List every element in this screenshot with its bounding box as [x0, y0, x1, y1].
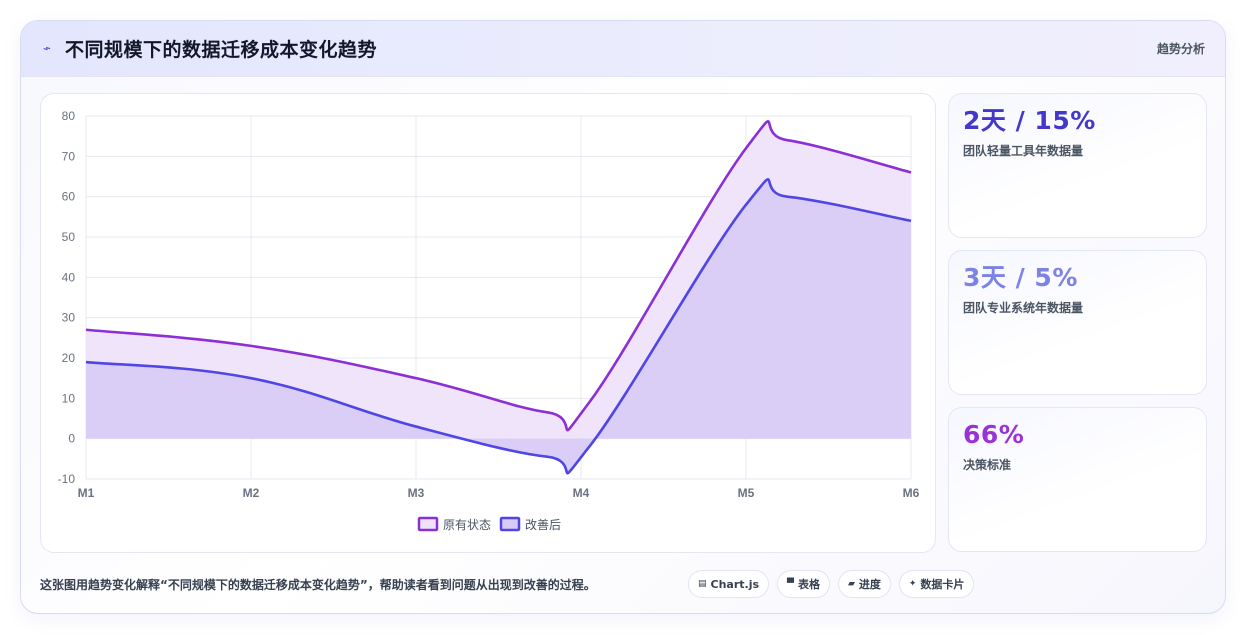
title-wrap: ⌁ 不同规模下的数据迁移成本变化趋势 [41, 35, 378, 62]
x-tick-label: M5 [738, 486, 755, 500]
stat-card-2: 3天 / 5% 团队专业系统年数据量 [948, 250, 1207, 395]
x-tick-label: M2 [243, 486, 260, 500]
chart-panel: -10 0 10 20 30 40 50 60 70 80 M1 M2 M3 M4 M5 M6 原有状态 改善后 [40, 93, 936, 553]
y-tick-label: -10 [58, 472, 76, 486]
y-tick-label: 70 [62, 149, 76, 163]
stat-card-1: 2天 / 15% 团队轻量工具年数据量 [948, 93, 1207, 238]
y-tick-label: 50 [62, 230, 76, 244]
stat-value-2: 3天 / 5% [963, 263, 1078, 292]
chip-label: 进度 [858, 578, 881, 591]
chart-caption: 这张图用趋势变化解释“不同规模下的数据迁移成本变化趋势”，帮助读者看到问题从出现… [40, 577, 596, 592]
chip-group: ▤ Chart.js ▀ 表格 ▰ 进度 ✦ 数据卡片 [688, 570, 975, 598]
footer: 这张图用趋势变化解释“不同规模下的数据迁移成本变化趋势”，帮助读者看到问题从出现… [40, 567, 1205, 601]
chip-chartjs[interactable]: ▤ Chart.js [688, 570, 770, 598]
legend-swatch-1 [417, 516, 439, 532]
stat-label-2: 团队专业系统年数据量 [963, 301, 1084, 315]
x-tick-label: M1 [78, 486, 95, 500]
chip-table[interactable]: ▀ 表格 [777, 570, 830, 598]
x-tick-label: M3 [408, 486, 425, 500]
chart-icon: ▤ [698, 579, 707, 589]
y-tick-label: 60 [62, 190, 76, 204]
stat-label-1: 团队轻量工具年数据量 [963, 144, 1084, 158]
legend-label-2: 改善后 [525, 517, 561, 532]
y-tick-label: 20 [62, 351, 76, 365]
stat-card-3: 66% 决策标准 [948, 407, 1207, 552]
progress-icon: ▰ [847, 579, 855, 589]
legend-swatch-2 [499, 516, 521, 532]
stat-label-3: 决策标准 [963, 458, 1012, 472]
chip-label: 数据卡片 [920, 578, 965, 591]
y-tick-label: 40 [62, 270, 76, 284]
y-tick-label: 10 [62, 391, 76, 405]
legend-label-1: 原有状态 [443, 518, 491, 532]
chip-label: Chart.js [710, 577, 760, 591]
x-tick-label: M4 [573, 486, 590, 500]
chip-progress[interactable]: ▰ 进度 [837, 570, 891, 598]
trend-line-icon: ⌁ [41, 40, 53, 58]
y-tick-label: 80 [62, 109, 76, 123]
chart-card: ⌁ 不同规模下的数据迁移成本变化趋势 趋势分析 -10 0 10 20 30 40 50 60… [20, 20, 1226, 614]
chip-data-card[interactable]: ✦ 数据卡片 [898, 570, 975, 598]
table-icon: ▀ [787, 579, 794, 589]
card-header: ⌁ 不同规模下的数据迁移成本变化趋势 趋势分析 [21, 21, 1225, 77]
y-tick-label: 0 [68, 432, 75, 446]
x-tick-label: M6 [903, 486, 920, 500]
sparkle-icon: ✦ [908, 579, 917, 589]
y-tick-label: 30 [62, 311, 76, 325]
chip-label: 表格 [797, 578, 820, 591]
area-chart: -10 0 10 20 30 40 50 60 70 80 M1 M2 M3 M4 M5 M6 原有状态 改善后 [58, 109, 920, 532]
stat-value-1: 2天 / 15% [963, 106, 1096, 135]
stat-value-3: 66% [963, 420, 1025, 449]
trend-analysis-tag: 趋势分析 [1156, 42, 1205, 56]
page-title: 不同规模下的数据迁移成本变化趋势 [65, 39, 378, 61]
